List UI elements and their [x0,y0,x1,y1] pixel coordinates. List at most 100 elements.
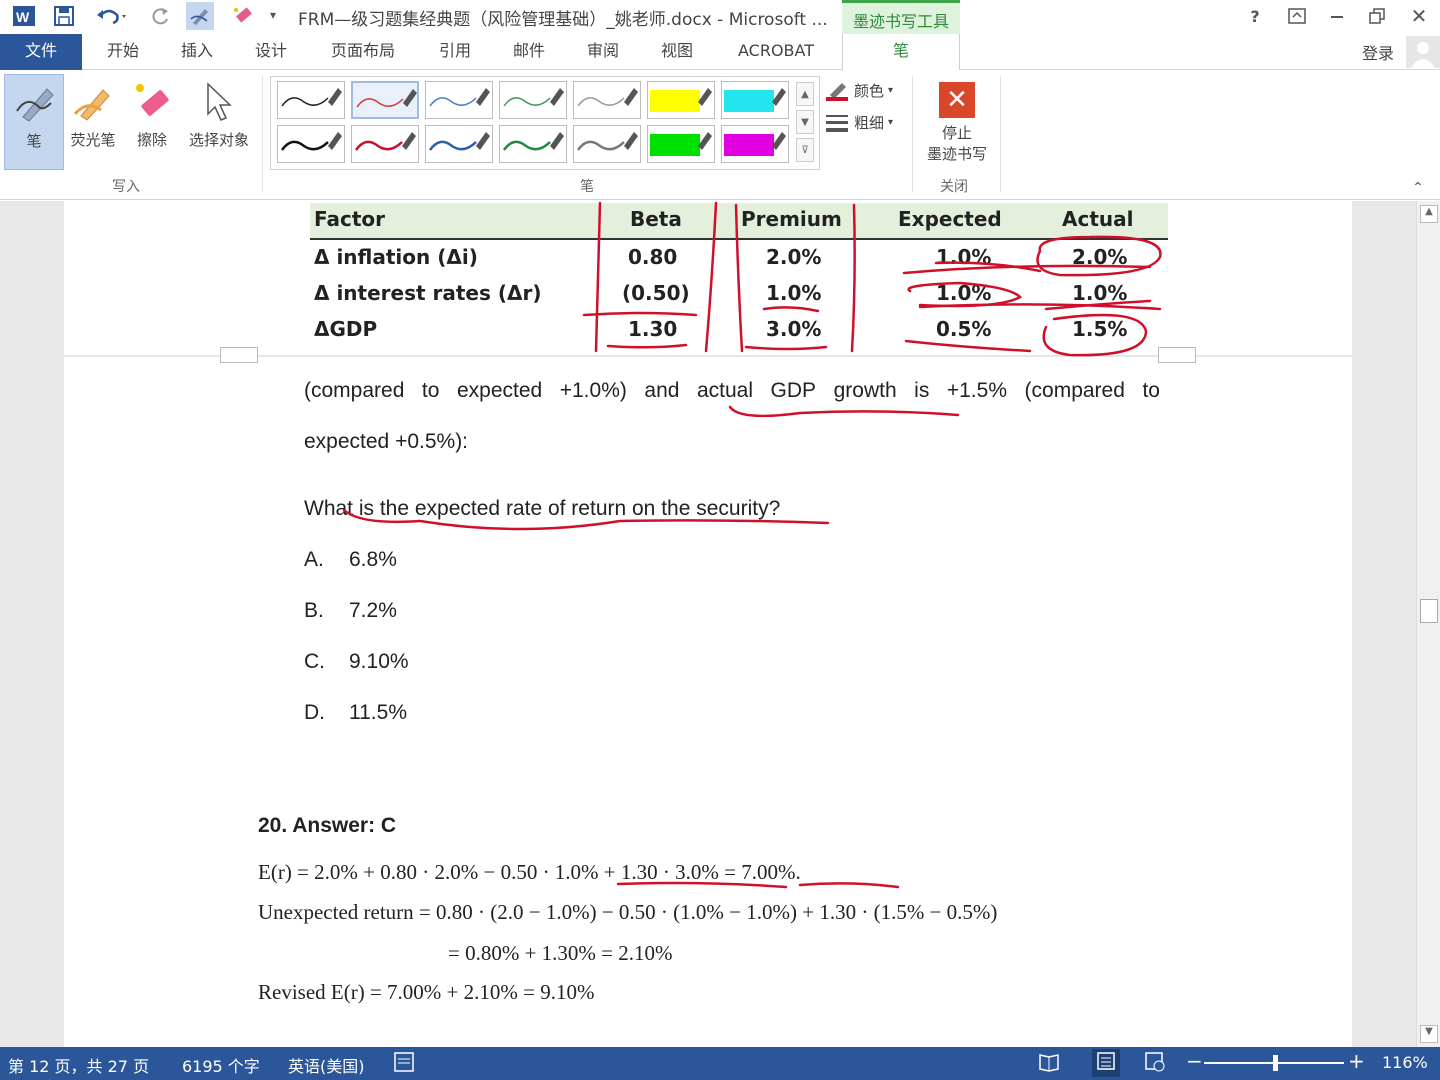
collapse-ribbon-icon[interactable]: ⌃ [1412,180,1424,196]
pen-swatch[interactable] [425,81,493,119]
ink-stroke [1036,235,1162,277]
pen-swatch[interactable] [499,81,567,119]
eraser-tool-label: 擦除 [136,131,167,149]
highlighter-tool-button[interactable]: 荧光笔 [66,74,120,170]
gallery-scroll-up-icon[interactable]: ▲ [796,82,814,106]
pen-stroke-icon [650,132,712,156]
ink-stroke [582,311,698,317]
ribbon-display-options-icon[interactable] [1282,4,1312,28]
zoom-in-icon[interactable]: + [1348,1049,1365,1073]
read-mode-icon[interactable] [1038,1051,1060,1077]
pen-swatch[interactable] [721,81,789,119]
pen-stroke-icon [576,132,638,151]
pen-swatch[interactable] [573,81,641,119]
ink-stroke [798,882,900,889]
zoom-out-icon[interactable]: − [1186,1049,1203,1073]
color-dropdown[interactable]: 颜色 ▾ [826,80,893,101]
pen-swatch[interactable] [351,81,419,119]
language[interactable]: 英语(美国) [288,1053,365,1077]
word-count[interactable]: 6195 个字 [182,1053,260,1077]
tab-acrobat[interactable]: ACROBAT [724,34,828,70]
eraser-icon [136,84,169,116]
eraser-quick-icon[interactable] [228,2,256,30]
scroll-down-icon[interactable]: ▼ [1420,1025,1438,1043]
pen-swatch[interactable] [721,125,789,163]
tab-mailings[interactable]: 邮件 [498,34,560,70]
pen-swatch[interactable] [351,125,419,163]
vertical-scrollbar[interactable]: ▲ ▼ [1416,201,1440,1047]
pen-swatch[interactable] [647,81,715,119]
undo-icon[interactable] [92,2,132,30]
ink-stroke [762,306,820,313]
tab-page-layout[interactable]: 页面布局 [318,34,408,70]
tab-insert[interactable]: 插入 [166,34,228,70]
line-weight-icon [826,114,848,132]
pen-stroke-icon [428,132,490,151]
ribbon-divider [1000,76,1001,192]
proofing-icon[interactable] [394,1051,414,1077]
restore-icon[interactable] [1362,4,1392,28]
pen-swatch[interactable] [277,81,345,119]
redo-icon[interactable] [146,2,174,30]
scroll-thumb[interactable] [1420,599,1438,623]
ink-stroke [904,339,1032,353]
ink-annotations[interactable] [0,201,1416,1047]
tab-pen[interactable]: 笔 [842,34,960,71]
pen-icon [16,88,54,122]
tab-home[interactable]: 开始 [92,34,154,70]
pen-stroke-icon [724,132,786,156]
zoom-level[interactable]: 116% [1382,1053,1428,1072]
ribbon-divider [912,76,913,192]
zoom-slider-thumb[interactable] [1273,1055,1278,1071]
pen-stroke-icon [650,88,712,112]
title-bar: W ▾ FRM—级习题集经典题（风险管理基础）_姚老师.docx - Micro… [0,0,1440,34]
ink-stroke [616,881,788,889]
ink-stroke [744,345,828,351]
web-layout-icon[interactable] [1144,1051,1166,1077]
ink-stroke [342,508,830,531]
close-icon[interactable]: ✕ [1404,4,1434,28]
tab-view[interactable]: 视图 [646,34,708,70]
help-icon[interactable]: ? [1240,4,1270,28]
pen-swatch[interactable] [277,125,345,163]
minimize-icon[interactable] [1322,4,1352,28]
ink-stroke [594,201,602,353]
eraser-tool-button[interactable]: 擦除 [126,74,178,170]
save-icon[interactable] [50,2,78,30]
pen-swatch[interactable] [573,125,641,163]
pen-mode-icon[interactable] [186,2,214,30]
word-app-icon[interactable]: W [10,2,38,30]
ink-stroke [606,343,688,349]
pen-swatch[interactable] [425,125,493,163]
user-avatar[interactable] [1406,36,1440,68]
print-layout-icon[interactable] [1092,1049,1120,1077]
ribbon: 笔 荧光笔 擦除 选择对象 写入 ▲ ▼ ⊽ 笔 颜色 ▾ 粗细 ▾ ✕ 停止 墨迹… [0,70,1440,200]
ink-stroke [907,281,1023,308]
thickness-dropdown[interactable]: 粗细 ▾ [826,112,893,133]
ink-stroke [734,203,744,353]
pen-tool-label: 笔 [26,132,42,150]
tab-design[interactable]: 设计 [240,34,302,70]
document-area: Factor Beta Premium Expected Actual Δ in… [0,201,1416,1047]
scroll-up-icon[interactable]: ▲ [1420,205,1438,223]
tab-references[interactable]: 引用 [424,34,486,70]
pen-swatch[interactable] [499,125,567,163]
login-link[interactable]: 登录 [1362,40,1394,64]
pen-swatch[interactable] [647,125,715,163]
ink-stroke [704,201,718,353]
select-objects-button[interactable]: 选择对象 [182,74,256,170]
pen-stroke-icon [280,132,342,151]
pen-tool-button[interactable]: 笔 [4,74,64,170]
cursor-arrow-icon [207,82,232,121]
tab-file[interactable]: 文件 [0,34,82,70]
pen-stroke-icon [354,132,416,151]
group-label-write: 写入 [112,179,140,195]
stop-inking-button[interactable]: ✕ 停止 墨迹书写 [918,76,996,170]
tab-review[interactable]: 审阅 [572,34,634,70]
gallery-scroll-down-icon[interactable]: ▼ [796,110,814,134]
gallery-more-icon[interactable]: ⊽ [796,138,814,162]
pen-stroke-icon [429,88,490,107]
page-count[interactable]: 第 12 页，共 27 页 [8,1053,149,1077]
customize-qat-icon[interactable]: ▾ [270,8,276,22]
group-label-close: 关闭 [940,179,968,195]
